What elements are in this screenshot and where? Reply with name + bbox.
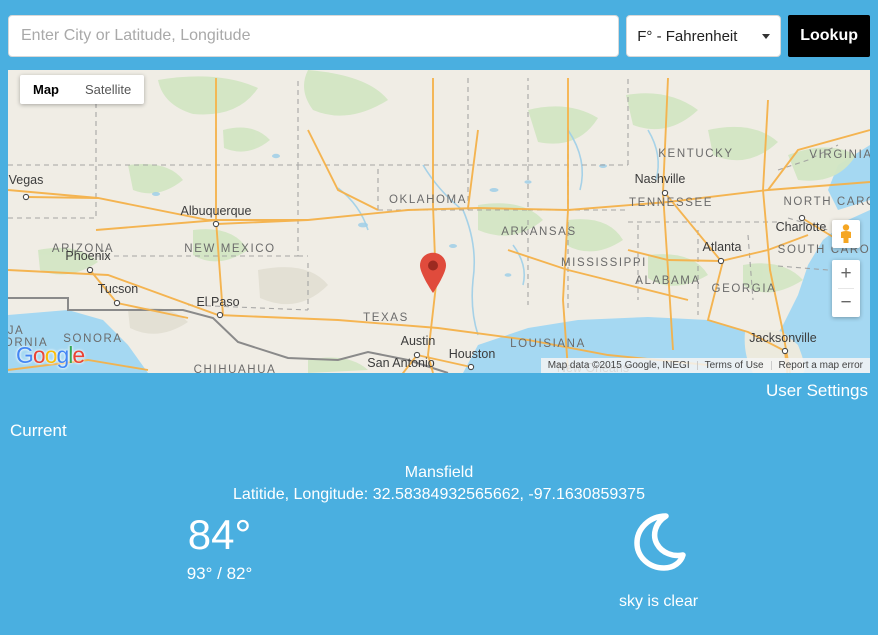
current-section-heading: Current bbox=[10, 421, 67, 440]
coordinates-label: Latitide, Longitude: bbox=[233, 486, 369, 503]
pegman-glyph bbox=[841, 224, 851, 243]
user-settings-link[interactable]: User Settings bbox=[0, 373, 878, 401]
google-logo-e: e bbox=[72, 342, 85, 368]
report-map-error-link[interactable]: Report a map error bbox=[772, 360, 870, 371]
coordinates-value: 32.58384932565662, -97.1630859375 bbox=[372, 486, 645, 503]
pegman-streetview-icon[interactable] bbox=[832, 220, 860, 248]
search-input[interactable] bbox=[8, 15, 620, 57]
google-logo-g1: G bbox=[16, 342, 34, 368]
map-canvas[interactable] bbox=[8, 70, 870, 373]
lookup-button[interactable]: Lookup bbox=[788, 15, 870, 57]
map-graphic bbox=[8, 70, 870, 373]
zoom-out-button[interactable]: − bbox=[832, 289, 860, 317]
attribution-data: Map data ©2015 Google, INEGI bbox=[547, 360, 690, 371]
chevron-down-icon bbox=[762, 33, 771, 39]
terms-of-use-link[interactable]: Terms of Use bbox=[698, 360, 771, 371]
map-attribution: Map data ©2015 Google, INEGI Terms of Us… bbox=[540, 358, 870, 373]
map-type-satellite[interactable]: Satellite bbox=[72, 75, 144, 104]
map-type-control: Map Satellite bbox=[20, 75, 145, 104]
current-temperature: 84° bbox=[187, 511, 252, 558]
unit-select[interactable]: F° - Fahrenheit bbox=[626, 15, 782, 57]
condition-block: sky is clear bbox=[439, 510, 878, 611]
google-logo: Google bbox=[16, 342, 85, 369]
zoom-in-button[interactable]: + bbox=[832, 260, 860, 288]
temperature-block: 84° 93° / 82° bbox=[0, 510, 439, 611]
location-name: Mansfield bbox=[404, 464, 474, 481]
map-marker-dallas[interactable] bbox=[418, 252, 448, 294]
map-container[interactable]: ARIZONA NEW MEXICO OKLAHOMA ARKANSAS KENTUCK… bbox=[8, 70, 870, 373]
google-logo-o1: o bbox=[32, 342, 46, 368]
unit-select-value: F° - Fahrenheit bbox=[637, 27, 738, 45]
current-weather-readout: 84° 93° / 82° sky is clear bbox=[0, 510, 878, 611]
google-logo-g2: g bbox=[56, 342, 69, 368]
google-logo-o2: o bbox=[44, 342, 58, 368]
map-type-map[interactable]: Map bbox=[20, 75, 72, 104]
clear-sky-moon-icon bbox=[633, 513, 686, 571]
zoom-controls: + − bbox=[832, 260, 860, 317]
condition-text: sky is clear bbox=[618, 593, 699, 610]
temperature-high-low: 93° / 82° bbox=[186, 564, 253, 583]
search-toolbar: F° - Fahrenheit Lookup bbox=[0, 0, 878, 70]
location-coordinates: Latitide, Longitude: 32.58384932565662, … bbox=[0, 486, 878, 504]
